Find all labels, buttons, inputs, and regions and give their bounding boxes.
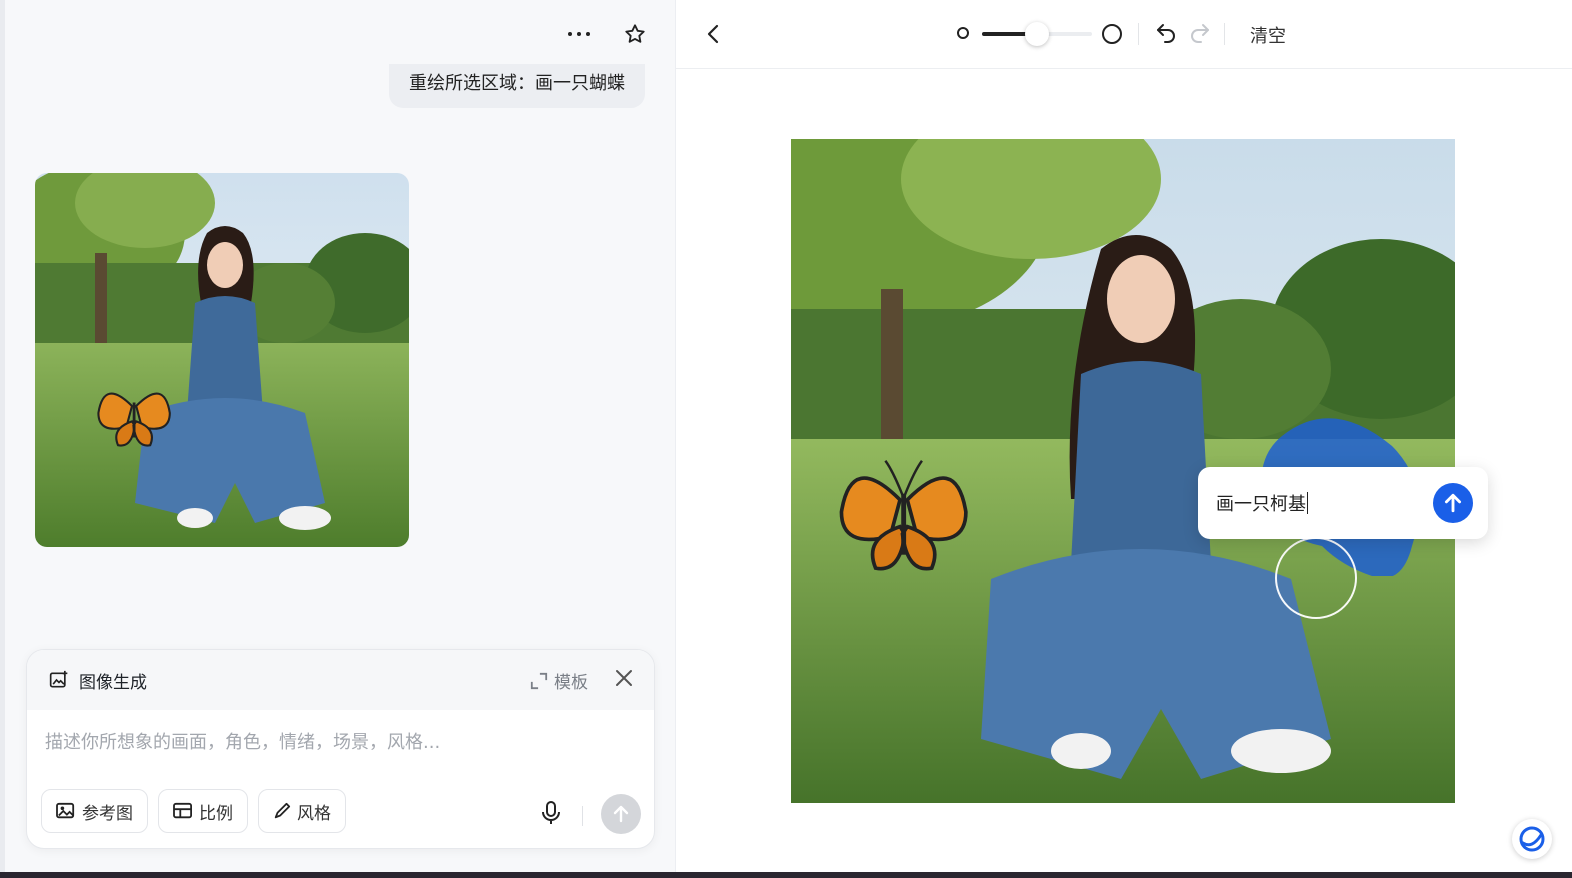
brush-min-icon — [957, 27, 969, 39]
close-icon — [616, 670, 632, 686]
undo-icon — [1157, 24, 1175, 43]
image-editor: 清空 画一只柯基 — [676, 0, 1572, 872]
divider — [582, 806, 583, 826]
template-label: 模板 — [554, 673, 588, 693]
send-button[interactable] — [601, 794, 641, 834]
redo-icon — [1191, 24, 1209, 43]
arrow-up-icon — [613, 805, 629, 823]
template-button[interactable]: 模板 — [530, 668, 588, 693]
prompt-input[interactable] — [45, 732, 635, 753]
result-image-thumbnail[interactable] — [35, 173, 409, 547]
aspect-ratio-label: 比例 — [199, 803, 233, 824]
inpaint-text: 画一只柯基 — [1216, 494, 1306, 515]
chat-panel: 重绘所选区域：画一只蝴蝶 图像生成 模板 描述你所想象的画面，角色，情绪，场景，… — [0, 0, 676, 872]
editor-toolbar: 清空 — [676, 0, 1572, 69]
image-icon — [56, 802, 75, 819]
style-label: 风格 — [297, 803, 331, 824]
brush-icon — [274, 802, 291, 819]
inpaint-send-button[interactable] — [1433, 483, 1473, 523]
aspect-ratio-button[interactable]: 比例 — [158, 789, 248, 833]
reference-image-button[interactable]: 参考图 — [41, 789, 148, 833]
favorite-button[interactable] — [621, 20, 649, 48]
voice-input-button[interactable] — [541, 801, 561, 829]
brush-cursor — [1275, 537, 1357, 619]
composer-options: 参考图 比例 风格 — [41, 789, 346, 833]
star-icon — [625, 24, 645, 43]
inpaint-prompt-box: 画一只柯基 — [1198, 467, 1488, 539]
arrow-up-icon — [1444, 493, 1462, 513]
composer-mode-title: 图像生成 — [79, 672, 147, 693]
slider-knob[interactable] — [1025, 22, 1049, 46]
divider — [1138, 23, 1139, 45]
composer-header: 图像生成 模板 — [27, 650, 654, 710]
divider — [1224, 23, 1225, 45]
more-icon — [568, 32, 590, 36]
back-button[interactable] — [700, 20, 728, 52]
more-button[interactable] — [565, 20, 593, 48]
ratio-icon — [173, 802, 192, 819]
brush-max-icon — [1102, 24, 1122, 44]
style-button[interactable]: 风格 — [258, 789, 346, 833]
redo-button[interactable] — [1186, 20, 1212, 50]
clear-button[interactable]: 清空 — [1250, 22, 1286, 48]
mic-icon — [542, 801, 560, 824]
assistant-icon — [1519, 826, 1545, 852]
taskbar-edge — [0, 872, 1572, 878]
reference-image-label: 参考图 — [82, 803, 133, 824]
inpaint-input[interactable]: 画一只柯基 — [1216, 490, 1308, 516]
user-message-bubble: 重绘所选区域：画一只蝴蝶 — [389, 64, 645, 108]
brush-size-slider[interactable] — [982, 22, 1092, 46]
prompt-composer: 图像生成 模板 参考图 比例 风格 — [26, 649, 655, 849]
undo-button[interactable] — [1154, 20, 1180, 50]
image-gen-icon — [49, 670, 68, 688]
assistant-button[interactable] — [1512, 819, 1552, 859]
close-composer-button[interactable] — [612, 666, 636, 694]
back-icon — [707, 24, 719, 44]
text-caret — [1307, 492, 1308, 514]
chat-top-actions — [565, 20, 649, 48]
expand-icon — [530, 672, 548, 689]
